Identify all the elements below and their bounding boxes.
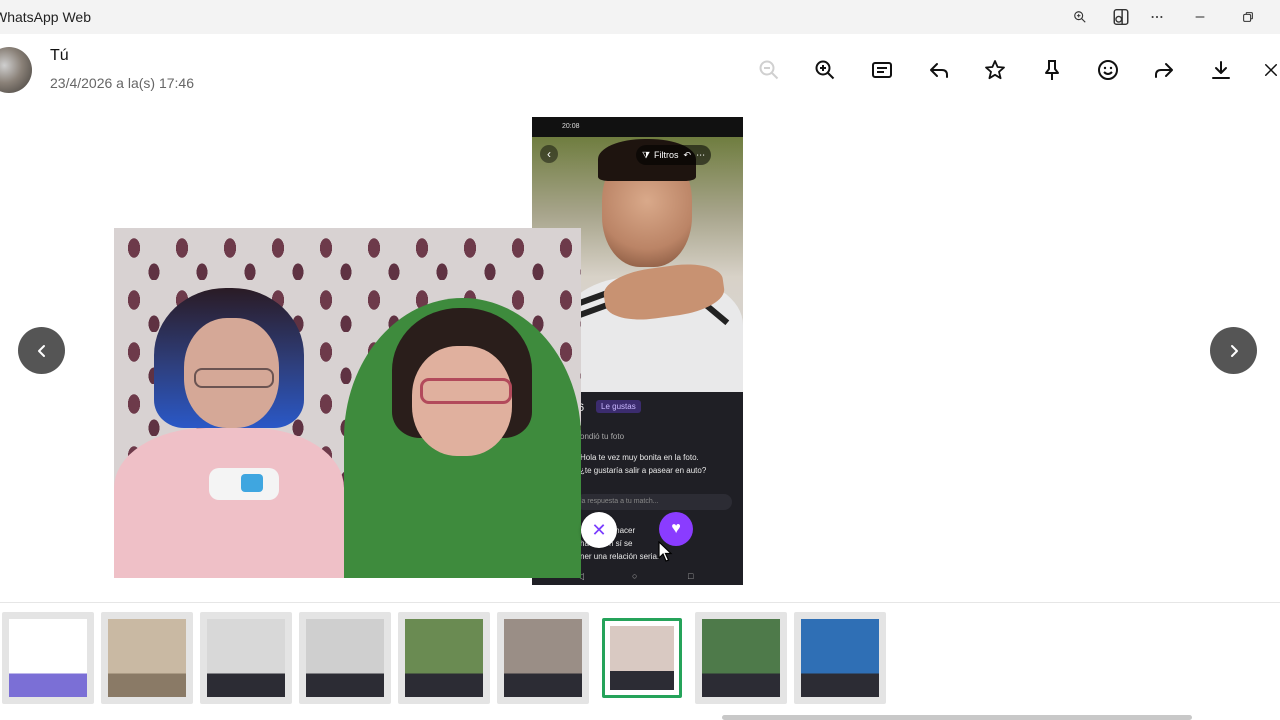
thumbnail-image bbox=[9, 619, 87, 697]
device-accent bbox=[241, 474, 263, 492]
thumbnail-6[interactable] bbox=[497, 612, 589, 704]
thumbnail-8[interactable] bbox=[695, 612, 787, 704]
thumbnail-2[interactable] bbox=[101, 612, 193, 704]
filter-label: Filtros bbox=[654, 150, 679, 160]
minimize-icon[interactable] bbox=[1180, 0, 1220, 34]
chat-line: Hola te vez muy bonita en la foto. bbox=[580, 453, 699, 462]
chat-line: ondió tu foto bbox=[580, 432, 625, 441]
thumbnail-image bbox=[108, 619, 186, 697]
thumbnail-3[interactable] bbox=[200, 612, 292, 704]
avatar[interactable] bbox=[0, 47, 32, 93]
title-bar: WhatsApp Web bbox=[0, 0, 1280, 34]
back-icon: ‹ bbox=[540, 145, 558, 163]
chevron-left-icon bbox=[37, 344, 45, 357]
thumbnail-4[interactable] bbox=[299, 612, 391, 704]
dislike-icon: ✕ bbox=[581, 512, 617, 548]
thumbnail-image bbox=[801, 619, 879, 697]
thumbnail-image bbox=[405, 619, 483, 697]
thumbnail-9[interactable] bbox=[794, 612, 886, 704]
close-icon[interactable] bbox=[1262, 56, 1280, 84]
person-left bbox=[114, 288, 344, 578]
like-badge: Le gustas bbox=[596, 400, 641, 413]
thumbnail-image bbox=[702, 619, 780, 697]
react-icon[interactable] bbox=[1094, 56, 1122, 84]
thumbnail-strip[interactable] bbox=[0, 612, 1280, 706]
pin-icon[interactable] bbox=[1038, 56, 1066, 84]
app-view-icon[interactable] bbox=[1101, 0, 1141, 34]
pink-sweater bbox=[114, 428, 344, 578]
restore-icon[interactable] bbox=[1228, 0, 1268, 34]
chat-line: ¿te gustaría salir a pasear en auto? bbox=[580, 466, 707, 475]
reply-input: la respuesta a tu match... bbox=[576, 494, 732, 510]
next-button[interactable] bbox=[1210, 327, 1257, 374]
phone-status-bar: 20:08 bbox=[532, 117, 743, 137]
handheld-device bbox=[209, 468, 279, 500]
window-title: WhatsApp Web bbox=[0, 9, 92, 25]
mouse-cursor-icon bbox=[658, 541, 673, 562]
caption-icon[interactable] bbox=[868, 56, 896, 84]
message-timestamp: 23/4/2026 a la(s) 17:46 bbox=[50, 75, 194, 91]
reply-icon[interactable] bbox=[925, 56, 953, 84]
zoom-out-icon[interactable] bbox=[755, 56, 783, 84]
chevron-right-icon bbox=[1230, 344, 1238, 357]
more-icon[interactable] bbox=[1137, 0, 1177, 34]
person-right bbox=[344, 298, 581, 578]
forward-icon[interactable] bbox=[1150, 56, 1178, 84]
divider bbox=[0, 602, 1280, 603]
phone-clock: 20:08 bbox=[562, 123, 580, 130]
filter-chip: ⧩ Filtros ↶ ⋯ bbox=[636, 145, 712, 165]
thumbnail-7[interactable] bbox=[602, 618, 682, 698]
zoom-in-icon[interactable] bbox=[811, 56, 839, 84]
thumbnail-image bbox=[207, 619, 285, 697]
zoom-icon[interactable] bbox=[1060, 0, 1100, 34]
glasses bbox=[194, 368, 274, 388]
horizontal-scrollbar[interactable] bbox=[722, 715, 1192, 720]
star-icon[interactable] bbox=[981, 56, 1009, 84]
thumbnail-5[interactable] bbox=[398, 612, 490, 704]
chat-line: ner una relación seria. bbox=[580, 552, 660, 561]
video-frame-image bbox=[114, 228, 581, 578]
sender-name: Tú bbox=[50, 47, 69, 64]
glasses bbox=[420, 378, 512, 404]
download-icon[interactable] bbox=[1207, 56, 1235, 84]
thumbnail-image bbox=[504, 619, 582, 697]
thumbnail-image bbox=[610, 626, 674, 690]
previous-button[interactable] bbox=[18, 327, 65, 374]
thumbnail-image bbox=[306, 619, 384, 697]
thumbnail-1[interactable] bbox=[2, 612, 94, 704]
